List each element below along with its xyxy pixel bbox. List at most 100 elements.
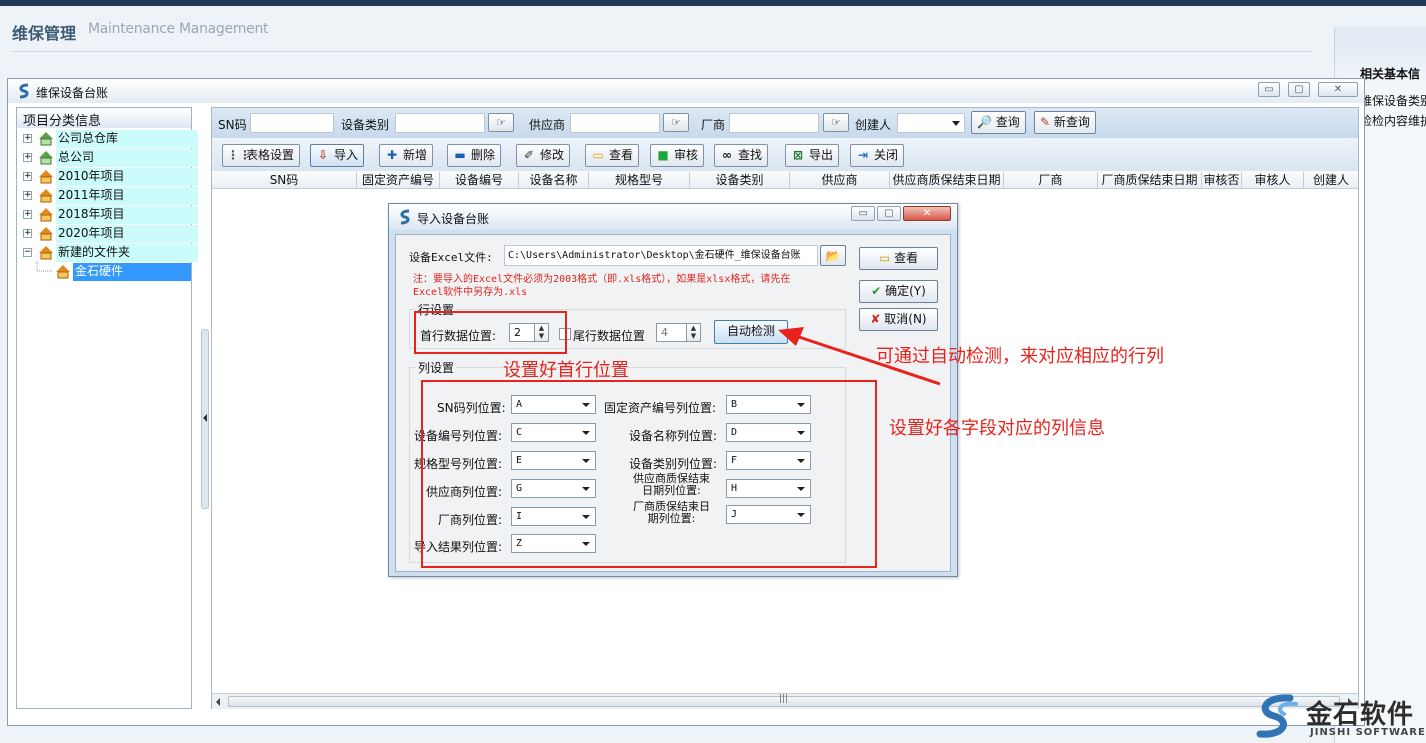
col-equip-name[interactable]: 设备名称: [519, 172, 589, 188]
toolbar: ⋮⋮表格设置 ⇩ 导入 ✚ 新增 ▬ 删除 ✐ 修改 ▭ 查看 ■ 审核 ∞ 查找 ⊠ 导出 ⇥…: [212, 138, 1358, 171]
col-sn[interactable]: SN码: [212, 172, 357, 188]
panel-splitter[interactable]: [201, 329, 209, 509]
delete-button[interactable]: ▬ 删除: [447, 144, 502, 167]
tree-node-hq[interactable]: + 总公司: [21, 149, 198, 167]
tree-node-jinshi-hardware[interactable]: 金石硬件: [36, 261, 191, 281]
page-title: 维保管理: [12, 24, 77, 43]
last-row-spinner[interactable]: 4 ▲ ▼: [656, 323, 701, 342]
confirm-button[interactable]: ✔ 确定(Y): [859, 280, 938, 303]
dialog-title: 导入设备台账: [417, 212, 490, 226]
browse-folder-button[interactable]: 📂: [820, 245, 846, 266]
col-auditor[interactable]: 审核人: [1242, 172, 1304, 188]
category-input[interactable]: [395, 113, 485, 133]
home-icon: [39, 189, 53, 203]
file-label: 设备Excel文件:: [409, 251, 493, 264]
spinner-arrows-icon[interactable]: ▲ ▼: [686, 324, 700, 341]
file-path-input[interactable]: C:\Users\Administrator\Desktop\金石硬件_维保设备…: [504, 245, 818, 266]
col-asset-no[interactable]: 固定资产编号: [357, 172, 440, 188]
close-window-button[interactable]: ✕: [1318, 82, 1358, 97]
collapse-left-icon: [203, 414, 207, 422]
first-row-highlight: [414, 311, 567, 354]
col-equip-no[interactable]: 设备编号: [440, 172, 519, 188]
edit-button[interactable]: ✐ 修改: [516, 144, 571, 167]
tree-node-warehouse[interactable]: + 公司总仓库: [21, 130, 198, 148]
eraser-icon: ✎: [1040, 115, 1051, 129]
columns-highlight: [421, 380, 877, 568]
page-subtitle: Maintenance Management: [88, 21, 269, 37]
expand-icon[interactable]: +: [23, 229, 32, 238]
col-category[interactable]: 设备类别: [690, 172, 790, 188]
home-icon: [39, 170, 53, 184]
tree-node-label-selected: 金石硬件: [73, 263, 191, 281]
export-button[interactable]: ⊠ 导出: [785, 144, 840, 167]
col-model[interactable]: 规格型号: [589, 172, 690, 188]
dialog-close-button[interactable]: ✕: [903, 206, 951, 221]
horizontal-scrollbar[interactable]: |||: [212, 693, 1358, 709]
minus-icon: ▬: [454, 148, 466, 162]
expand-icon[interactable]: +: [23, 191, 32, 200]
tree-node-2010[interactable]: + 2010年项目: [21, 168, 198, 186]
tree-node-2011[interactable]: + 2011年项目: [21, 187, 198, 205]
new-query-button[interactable]: ✎ 新查询: [1034, 111, 1096, 134]
tree-node-new-folder[interactable]: − 新建的文件夹: [21, 244, 198, 262]
dialog-maximize-button[interactable]: ▢: [877, 206, 901, 221]
col-audited[interactable]: 审核否: [1202, 172, 1242, 188]
logo-en-text: JINSHI SOFTWARE: [1310, 727, 1426, 738]
expand-icon[interactable]: +: [23, 172, 32, 181]
grid-header: SN码 固定资产编号 设备编号 设备名称 规格型号 设备类别 供应商 供应商质保…: [212, 171, 1358, 189]
col-vendor[interactable]: 厂商: [1004, 172, 1098, 188]
import-button[interactable]: ⇩ 导入: [310, 144, 365, 167]
close-button[interactable]: ⇥ 关闭: [850, 144, 905, 167]
col-vendor-warranty[interactable]: 厂商质保结束日期: [1098, 172, 1202, 188]
maximize-button[interactable]: ▢: [1288, 82, 1310, 97]
dialog-minimize-button[interactable]: ▭: [851, 206, 875, 221]
home-green-icon: [39, 151, 53, 165]
folder-icon: ▭: [592, 148, 604, 162]
col-creator[interactable]: 创建人: [1304, 172, 1358, 188]
tree-connector: [36, 261, 53, 272]
find-button[interactable]: ∞ 查找: [714, 144, 769, 167]
related-link-category[interactable]: 维保设备类别: [1360, 92, 1426, 109]
scroll-left-icon[interactable]: [216, 698, 221, 706]
supplier-input[interactable]: [570, 113, 660, 133]
col-supplier-warranty[interactable]: 供应商质保结束日期: [890, 172, 1004, 188]
search-button[interactable]: 🔎 查询: [971, 111, 1026, 134]
query-bar: SN码 设备类别 ☞ 供应商 ☞ 厂商 ☞ 创建人 🔎 查询 ✎ 新查询: [212, 108, 1358, 138]
column-settings-legend: 列设置: [416, 359, 457, 376]
vendor-input[interactable]: [729, 113, 819, 133]
sn-input[interactable]: [250, 113, 334, 133]
dialog-view-button[interactable]: ▭ 查看: [859, 247, 938, 270]
supplier-picker-icon[interactable]: ☞: [663, 113, 689, 132]
tree-node-2018[interactable]: + 2018年项目: [21, 206, 198, 224]
col-supplier[interactable]: 供应商: [790, 172, 890, 188]
minimize-button[interactable]: ▭: [1258, 82, 1280, 97]
tree-node-2020[interactable]: + 2020年项目: [21, 225, 198, 243]
view-button[interactable]: ▭ 查看: [585, 144, 640, 167]
expand-icon[interactable]: +: [23, 210, 32, 219]
window-title: 维保设备台账: [36, 86, 109, 100]
add-button[interactable]: ✚ 新增: [379, 144, 434, 167]
edit-icon: ✐: [523, 148, 535, 162]
vendor-picker-icon[interactable]: ☞: [823, 113, 849, 132]
scroll-thumb[interactable]: |||: [228, 694, 1340, 707]
grid-icon: ⋮⋮: [227, 148, 251, 162]
related-link-content[interactable]: 检检内容维护: [1360, 112, 1426, 129]
last-row-label: 尾行数据位置: [573, 329, 646, 343]
scroll-grip-icon: |||: [779, 694, 789, 704]
app-logo-icon: [19, 83, 29, 99]
category-picker-icon[interactable]: ☞: [488, 113, 514, 132]
exit-icon: ⇥: [857, 148, 869, 162]
home-green-icon: [39, 132, 53, 146]
home-icon: [39, 208, 53, 222]
home-icon: [39, 227, 53, 241]
title-divider: [12, 51, 1312, 52]
jinshi-logo: 金石软件 JINSHI SOFTWARE: [1250, 688, 1426, 743]
collapse-icon[interactable]: −: [23, 248, 32, 257]
expand-icon[interactable]: +: [23, 153, 32, 162]
expand-icon[interactable]: +: [23, 134, 32, 143]
category-tree-panel: 项目分类信息 + 公司总仓库 + 总公司 + 2010年项目 + 2011年项目…: [16, 107, 198, 709]
vendor-label: 厂商: [701, 118, 726, 132]
grid-settings-button[interactable]: ⋮⋮表格设置: [222, 144, 301, 167]
audit-button[interactable]: ■ 审核: [650, 144, 705, 167]
creator-select[interactable]: [897, 113, 965, 133]
